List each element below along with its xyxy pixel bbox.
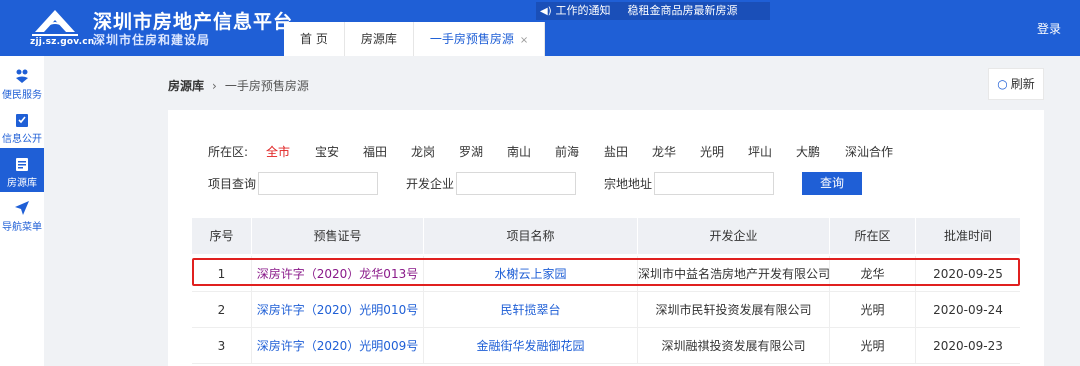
project-query-input[interactable] bbox=[258, 172, 378, 195]
login-link[interactable]: 登录 bbox=[1037, 20, 1061, 37]
approval-date: 2020-09-24 bbox=[933, 303, 1003, 317]
project-link[interactable]: 水榭云上家园 bbox=[494, 267, 566, 281]
district-name: 光明 bbox=[830, 292, 916, 327]
people-service-icon bbox=[16, 69, 28, 83]
permit-link[interactable]: 深房许字（2020）光明010号 bbox=[257, 303, 418, 317]
row-number: 2 bbox=[192, 292, 252, 327]
navigation-arrow-icon bbox=[15, 201, 29, 215]
district-filter-label: 所在区: bbox=[208, 145, 249, 159]
developer-name: 深圳市民轩投资发展有限公司 bbox=[638, 292, 830, 327]
district-option[interactable]: 南山 bbox=[507, 143, 555, 161]
district-filter: 所在区: 全市 宝安 福田 龙岗 罗湖 南山 前海 盐田 龙华 光明 坪山 大鹏 深汕合作 bbox=[208, 143, 905, 161]
row-number: 1 bbox=[192, 256, 252, 291]
refresh-icon: ○ bbox=[997, 77, 1008, 91]
notice-ticker[interactable]: ◀) 工作的通知 稳租金商品房最新房源 bbox=[536, 2, 770, 20]
sidebar-item-nav-menu[interactable]: 导航菜单 bbox=[0, 192, 44, 236]
district-option[interactable]: 深汕合作 bbox=[845, 143, 905, 161]
project-query-label: 项目查询 bbox=[208, 177, 257, 191]
sidebar-item-label: 房源库 bbox=[7, 178, 37, 189]
site-subtitle: 深圳市住房和建设局 bbox=[93, 33, 211, 47]
district-option[interactable]: 大鹏 bbox=[796, 143, 845, 161]
tab-home[interactable]: 首 页 bbox=[284, 22, 345, 56]
table-row[interactable]: 1 深房许字（2020）龙华013号 水榭云上家园 深圳市中益名浩房地产开发有限… bbox=[192, 256, 1020, 292]
sidebar-item-label: 信息公开 bbox=[2, 134, 42, 145]
approval-date: 2020-09-23 bbox=[933, 339, 1003, 353]
district-option[interactable]: 福田 bbox=[363, 143, 411, 161]
clipboard-check-icon bbox=[16, 114, 28, 127]
column-header: 序号 bbox=[192, 218, 252, 254]
breadcrumb-separator-icon: › bbox=[212, 79, 217, 93]
district-option[interactable]: 光明 bbox=[700, 143, 748, 161]
permit-link[interactable]: 深房许字（2020）龙华013号 bbox=[257, 267, 418, 281]
table-row[interactable]: 2 深房许字（2020）光明010号 民轩揽翠台 深圳市民轩投资发展有限公司 光… bbox=[192, 292, 1020, 328]
tab-presale-listings[interactable]: 一手房预售房源 × bbox=[413, 22, 546, 56]
breadcrumb-root[interactable]: 房源库 bbox=[168, 79, 204, 93]
column-header: 批准时间 bbox=[943, 229, 992, 243]
column-header: 开发企业 bbox=[638, 218, 830, 254]
top-header: zjj.sz.gov.cn 深圳市房地产信息平台 深圳市住房和建设局 ◀) 工作… bbox=[0, 0, 1080, 56]
notice-item[interactable]: 稳租金商品房最新房源 bbox=[628, 4, 738, 17]
developer-query-label: 开发企业 bbox=[406, 177, 455, 191]
breadcrumb-current: 一手房预售房源 bbox=[224, 79, 309, 93]
sidebar-item-house-library[interactable]: 房源库 bbox=[0, 148, 44, 192]
permit-link[interactable]: 深房许字（2020）光明009号 bbox=[257, 339, 418, 353]
district-option[interactable]: 罗湖 bbox=[459, 143, 507, 161]
search-button[interactable]: 查询 bbox=[802, 172, 862, 195]
district-option[interactable]: 前海 bbox=[555, 143, 604, 161]
project-link[interactable]: 金融街华发融御花园 bbox=[476, 339, 584, 353]
site-logo-icon bbox=[32, 10, 78, 36]
column-header: 项目名称 bbox=[424, 218, 638, 254]
sidebar-item-info-disclosure[interactable]: 信息公开 bbox=[0, 104, 44, 148]
approval-date: 2020-09-25 bbox=[933, 267, 1003, 281]
district-option[interactable]: 全市 bbox=[266, 143, 315, 161]
tab-house-library[interactable]: 房源库 bbox=[344, 22, 414, 56]
table-header-row: 序号 预售证号 项目名称 开发企业 所在区 批准时间 bbox=[192, 218, 1020, 254]
project-link[interactable]: 民轩揽翠台 bbox=[500, 303, 560, 317]
site-domain: zjj.sz.gov.cn bbox=[30, 37, 95, 47]
column-header: 预售证号 bbox=[252, 218, 424, 254]
developer-name: 深圳市中益名浩房地产开发有限公司 bbox=[638, 256, 830, 291]
row-number: 3 bbox=[192, 328, 252, 363]
breadcrumb: 房源库 › 一手房预售房源 ○ 刷新 bbox=[150, 68, 1046, 100]
main-panel: 所在区: 全市 宝安 福田 龙岗 罗湖 南山 前海 盐田 龙华 光明 坪山 大鹏 深汕合作 项目查询 开… bbox=[168, 110, 1044, 366]
developer-query-input[interactable] bbox=[456, 172, 576, 195]
district-option[interactable]: 坪山 bbox=[748, 143, 796, 161]
page-tabs: 首 页 房源库 一手房预售房源 × bbox=[284, 22, 546, 56]
close-tab-icon[interactable]: × bbox=[520, 35, 528, 46]
column-header: 所在区 bbox=[830, 218, 916, 254]
district-option[interactable]: 盐田 bbox=[604, 143, 652, 161]
site-title: 深圳市房地产信息平台 bbox=[93, 11, 294, 33]
district-option[interactable]: 宝安 bbox=[315, 143, 363, 161]
house-library-icon bbox=[16, 158, 28, 171]
developer-name: 深圳融祺投资发展有限公司 bbox=[638, 328, 830, 363]
parcel-query-label: 宗地地址 bbox=[604, 177, 653, 191]
notice-item[interactable]: 工作的通知 bbox=[556, 4, 611, 17]
parcel-query-input[interactable] bbox=[654, 172, 774, 195]
speaker-icon: ◀) bbox=[540, 6, 552, 17]
district-name: 龙华 bbox=[830, 256, 916, 291]
district-option[interactable]: 龙华 bbox=[652, 143, 700, 161]
sidebar-item-label: 导航菜单 bbox=[2, 222, 42, 233]
sidebar: 便民服务 信息公开 房源库 导航菜单 bbox=[0, 56, 44, 366]
district-option[interactable]: 龙岗 bbox=[411, 143, 459, 161]
table-row[interactable]: 3 深房许字（2020）光明009号 金融街华发融御花园 深圳融祺投资发展有限公… bbox=[192, 328, 1020, 364]
sidebar-item-label: 便民服务 bbox=[2, 90, 42, 101]
sidebar-item-public-service[interactable]: 便民服务 bbox=[0, 60, 44, 104]
refresh-button[interactable]: ○ 刷新 bbox=[988, 68, 1044, 100]
district-name: 光明 bbox=[830, 328, 916, 363]
